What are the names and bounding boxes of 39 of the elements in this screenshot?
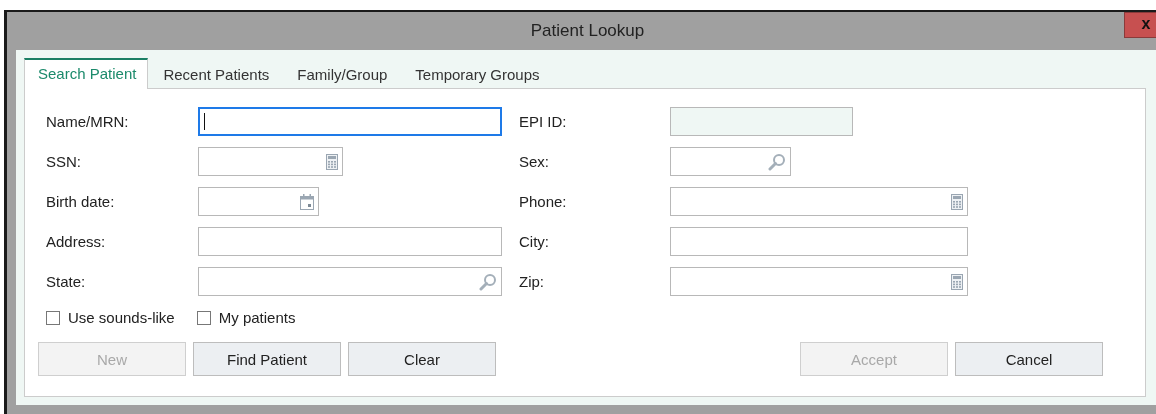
tab[interactable]: Search Patient <box>24 58 149 89</box>
input-field[interactable] <box>670 147 791 176</box>
checkbox-label[interactable]: Use sounds-like <box>68 309 175 326</box>
window-title: Patient Lookup <box>530 21 645 41</box>
input-field[interactable] <box>670 187 968 216</box>
input-field[interactable] <box>670 267 968 296</box>
field-label: City: <box>519 233 550 250</box>
dialog-button[interactable]: Cancel <box>955 342 1103 376</box>
dialog-button[interactable]: Clear <box>348 342 496 376</box>
field-label: State: <box>46 273 87 290</box>
calculator-icon <box>326 153 338 170</box>
tab[interactable]: Family/Group <box>284 60 401 89</box>
input-field[interactable] <box>670 227 968 256</box>
tab[interactable]: Temporary Groups <box>402 60 553 89</box>
input-field[interactable] <box>198 187 319 216</box>
checkbox[interactable] <box>46 310 60 325</box>
calculator-icon <box>951 273 963 290</box>
checkbox[interactable] <box>196 310 211 325</box>
input-field[interactable] <box>198 267 502 296</box>
checkbox-label[interactable]: My patients <box>218 309 296 326</box>
field-label: Sex: <box>519 153 550 170</box>
tab[interactable]: Recent Patients <box>150 60 283 89</box>
close-button[interactable]: x <box>1124 12 1156 38</box>
field-label: EPI ID: <box>519 113 568 130</box>
field-label: Zip: <box>519 273 545 290</box>
field-label: Name/MRN: <box>46 113 130 130</box>
input-field[interactable] <box>198 227 502 256</box>
search-icon[interactable] <box>479 272 497 291</box>
field-label: Phone: <box>519 193 568 210</box>
field-label: Birth date: <box>46 193 116 210</box>
input-field[interactable] <box>198 147 343 176</box>
field-label: Address: <box>46 233 107 250</box>
calendar-icon <box>300 193 314 210</box>
text-cursor <box>204 113 205 130</box>
field-label: SSN: <box>46 153 82 170</box>
calculator-icon <box>951 193 963 210</box>
input-field[interactable] <box>198 107 502 136</box>
dialog-button[interactable]: Find Patient <box>193 342 341 376</box>
search-icon[interactable] <box>768 152 786 171</box>
